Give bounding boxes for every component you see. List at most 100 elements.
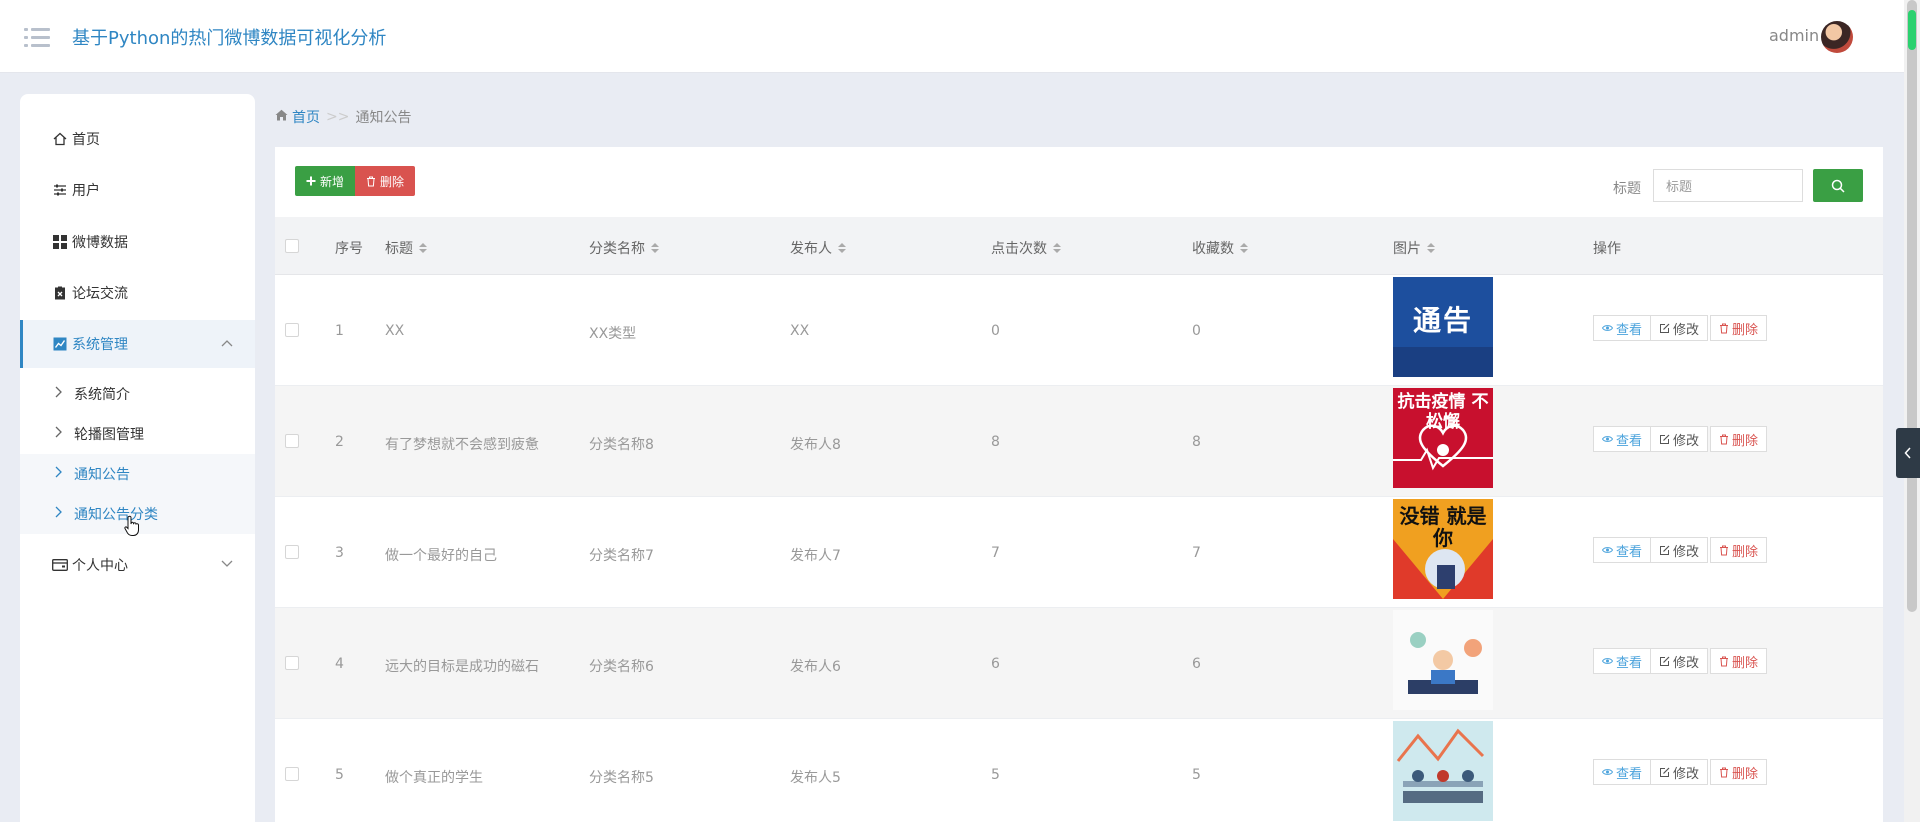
edit-button[interactable]: 修改	[1650, 426, 1709, 452]
cell-publisher: 发布人6	[790, 659, 841, 675]
chevron-left-icon	[1904, 447, 1911, 459]
cell-clicks: 0	[991, 323, 1000, 339]
sidebar-item-home[interactable]: 首页	[20, 115, 255, 163]
edit-label: 修改	[1673, 433, 1700, 449]
select-all-checkbox[interactable]	[285, 239, 299, 253]
sidebar-subitem-notice[interactable]: 通知公告	[20, 454, 255, 494]
column-header-image[interactable]: 图片	[1393, 238, 1435, 258]
cell-favorites: 6	[1192, 656, 1201, 672]
sort-icon[interactable]	[651, 243, 659, 253]
side-panel-toggle[interactable]	[1896, 428, 1920, 478]
sidebar-subitem-label: 轮播图管理	[74, 427, 144, 443]
cell-category: 分类名称6	[589, 659, 654, 675]
scrollbar-thumb[interactable]	[1907, 0, 1917, 612]
sort-icon[interactable]	[419, 243, 427, 253]
sort-icon[interactable]	[838, 243, 846, 253]
cell-favorites: 8	[1192, 434, 1201, 450]
sidebar-item-system-management[interactable]: 系统管理	[20, 320, 255, 368]
avatar[interactable]	[1821, 21, 1853, 53]
trash-icon	[1720, 434, 1729, 444]
row-thumbnail[interactable]: 抗击疫情 不松懈	[1393, 388, 1493, 488]
row-checkbox[interactable]	[285, 767, 299, 781]
cell-index: 1	[335, 323, 344, 339]
sidebar-subitem-label: 通知公告分类	[74, 507, 158, 523]
search-label: 标题	[1613, 181, 1641, 197]
hand-cursor-icon	[124, 515, 139, 536]
row-checkbox[interactable]	[285, 545, 299, 559]
edit-button[interactable]: 修改	[1650, 759, 1709, 785]
row-actions: 查看 修改 删除	[1593, 759, 1768, 785]
trash-icon	[1720, 323, 1729, 333]
view-button[interactable]: 查看	[1593, 315, 1652, 341]
view-button[interactable]: 查看	[1593, 426, 1652, 452]
sort-icon[interactable]	[1240, 243, 1248, 253]
column-header-title[interactable]: 标题	[385, 238, 427, 258]
delete-button[interactable]: 删除	[1710, 426, 1768, 452]
add-button[interactable]: 新增	[295, 166, 355, 196]
row-checkbox[interactable]	[285, 434, 299, 448]
row-checkbox[interactable]	[285, 656, 299, 670]
cell-favorites: 0	[1192, 323, 1201, 339]
view-button[interactable]: 查看	[1593, 648, 1652, 674]
cell-index: 4	[335, 656, 344, 672]
home-icon	[52, 131, 68, 147]
table-row: 5 做个真正的学生 分类名称5 发布人5 5 5 查看 修改 删除	[275, 719, 1883, 822]
bulk-delete-button[interactable]: 删除	[355, 166, 415, 196]
cell-publisher: 发布人8	[790, 437, 841, 453]
view-button[interactable]: 查看	[1593, 759, 1652, 785]
edit-button[interactable]: 修改	[1650, 537, 1709, 563]
cell-clicks: 8	[991, 434, 1000, 450]
row-checkbox[interactable]	[285, 323, 299, 337]
sidebar-item-label: 微博数据	[72, 235, 128, 251]
edit-button[interactable]: 修改	[1650, 315, 1709, 341]
table-row: 1 XX XX类型 XX 0 0 通告 查看 修改 删除	[275, 275, 1883, 386]
grid-icon	[52, 234, 68, 250]
user-name[interactable]: admin	[1769, 26, 1819, 45]
edit-label: 修改	[1673, 544, 1700, 560]
column-header-favorites[interactable]: 收藏数	[1192, 238, 1248, 258]
page-scrollbar[interactable]	[1904, 0, 1920, 822]
sidebar-subitem-carousel[interactable]: 轮播图管理	[20, 414, 255, 454]
sidebar-item-personal-center[interactable]: 个人中心	[20, 541, 255, 589]
delete-button[interactable]: 删除	[1710, 648, 1768, 674]
row-thumbnail[interactable]: 通告	[1393, 277, 1493, 377]
column-header-category[interactable]: 分类名称	[589, 238, 659, 258]
row-thumbnail[interactable]	[1393, 610, 1493, 710]
column-header-publisher[interactable]: 发布人	[790, 238, 846, 258]
row-thumbnail[interactable]	[1393, 721, 1493, 821]
breadcrumb-current: 通知公告	[355, 110, 412, 126]
edit-label: 修改	[1673, 655, 1700, 671]
delete-button[interactable]: 删除	[1710, 759, 1768, 785]
sidebar-item-weibo-data[interactable]: 微博数据	[20, 218, 255, 266]
view-button[interactable]: 查看	[1593, 537, 1652, 563]
search-button[interactable]	[1813, 169, 1863, 202]
breadcrumb-home-link[interactable]: 首页	[292, 107, 320, 127]
edit-button[interactable]: 修改	[1650, 648, 1709, 674]
cell-category: 分类名称5	[589, 770, 654, 786]
column-header-clicks[interactable]: 点击次数	[991, 238, 1061, 258]
trash-icon	[1720, 545, 1729, 555]
sort-icon[interactable]	[1427, 243, 1435, 253]
row-actions: 查看 修改 删除	[1593, 537, 1768, 563]
delete-button[interactable]: 删除	[1710, 537, 1768, 563]
chevron-up-icon	[221, 336, 233, 350]
list-icon[interactable]	[24, 26, 50, 48]
cell-title: 远大的目标是成功的磁石	[385, 659, 539, 675]
chevron-right-icon	[54, 506, 74, 522]
sort-icon[interactable]	[1053, 243, 1061, 253]
sidebar-item-forum[interactable]: 论坛交流	[20, 269, 255, 317]
cell-favorites: 7	[1192, 545, 1201, 561]
cell-clicks: 6	[991, 656, 1000, 672]
sidebar-subitem-label: 系统简介	[74, 387, 130, 403]
search-icon	[1831, 179, 1845, 193]
delete-button[interactable]: 删除	[1710, 315, 1768, 341]
eye-icon	[1602, 325, 1613, 331]
row-thumbnail[interactable]: 没错 就是你	[1393, 499, 1493, 599]
sidebar-subitem-system-intro[interactable]: 系统简介	[20, 374, 255, 414]
delete-label: 删除	[1732, 544, 1759, 560]
sidebar-item-users[interactable]: 用户	[20, 166, 255, 214]
edit-icon	[1660, 545, 1670, 555]
sidebar-item-label: 用户	[72, 183, 100, 199]
edit-icon	[1660, 434, 1670, 444]
title-search-input[interactable]: 标题	[1653, 169, 1803, 202]
